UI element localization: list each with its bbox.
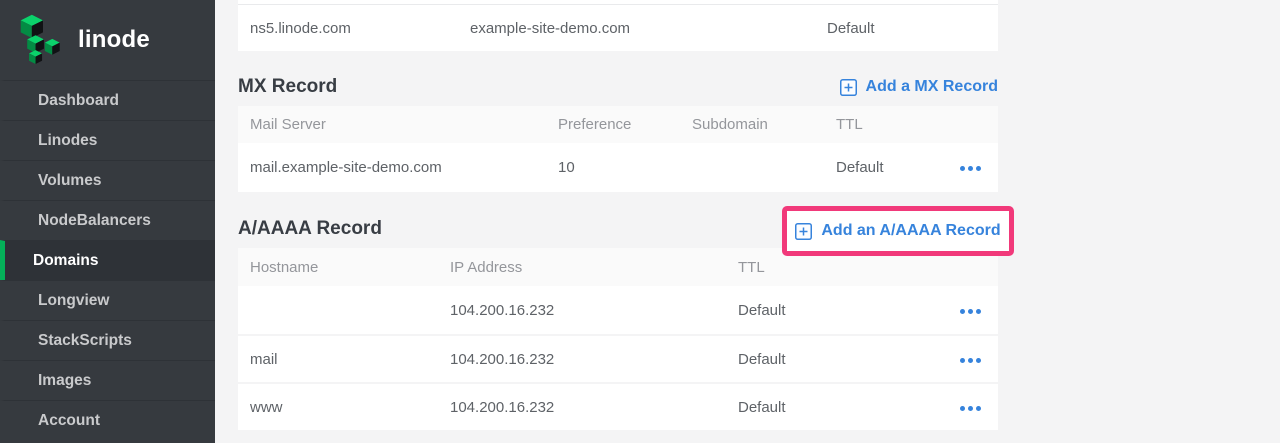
aaaa-section-title: A/AAAA Record: [238, 218, 382, 240]
aaaa-ip-cell: 104.200.16.232: [438, 351, 726, 368]
aaaa-row-actions: [958, 350, 998, 369]
aaaa-row-actions: [958, 301, 998, 320]
sidebar-item-label: Dashboard: [38, 92, 119, 110]
sidebar-item-label: Account: [38, 412, 100, 430]
dot-icon: [976, 309, 981, 314]
ns-table-row: ns5.linode.com example-site-demo.com Def…: [238, 5, 998, 51]
aaaa-table-row: www 104.200.16.232 Default: [238, 382, 998, 430]
sidebar-item-dashboard[interactable]: Dashboard: [0, 80, 215, 120]
ns-subdomain-cell: example-site-demo.com: [458, 20, 815, 37]
row-actions-menu-button[interactable]: [958, 352, 983, 369]
sidebar-item-label: Longview: [38, 292, 109, 310]
sidebar-item-label: StackScripts: [38, 332, 132, 350]
highlight-annotation: Add an A/AAAA Record: [782, 206, 1014, 256]
add-mx-record-link[interactable]: Add a MX Record: [840, 78, 998, 96]
sidebar-nav: Dashboard Linodes Volumes NodeBalancers …: [0, 80, 215, 440]
app-window: linode Dashboard Linodes Volumes NodeBal…: [0, 0, 1280, 443]
mx-row-actions: [958, 158, 998, 177]
sidebar-item-account[interactable]: Account: [0, 400, 215, 440]
dot-icon: [960, 166, 965, 171]
aaaa-header-ttl: TTL: [726, 259, 938, 276]
plus-square-icon: [795, 223, 812, 240]
plus-square-icon: [840, 79, 857, 96]
dot-icon: [968, 309, 973, 314]
aaaa-ttl-cell: Default: [726, 302, 938, 319]
sidebar-item-linodes[interactable]: Linodes: [0, 120, 215, 160]
dot-icon: [960, 406, 965, 411]
aaaa-hostname-cell: www: [238, 399, 438, 416]
mx-preference-cell: 10: [546, 159, 680, 176]
dot-icon: [976, 166, 981, 171]
aaaa-table-row: 104.200.16.232 Default: [238, 286, 998, 334]
sidebar-item-images[interactable]: Images: [0, 360, 215, 400]
dot-icon: [960, 358, 965, 363]
aaaa-ip-cell: 104.200.16.232: [438, 302, 726, 319]
linode-cubes-icon: [17, 10, 69, 71]
sidebar-item-domains[interactable]: Domains: [0, 240, 215, 280]
main-content: ns5.linode.com example-site-demo.com Def…: [215, 0, 1280, 443]
aaaa-table-row: mail 104.200.16.232 Default: [238, 334, 998, 382]
sidebar-item-label: Images: [38, 372, 91, 390]
dot-icon: [968, 406, 973, 411]
logo-wordmark: linode: [78, 26, 150, 54]
dot-icon: [976, 358, 981, 363]
row-actions-menu-button[interactable]: [958, 303, 983, 320]
dot-icon: [968, 166, 973, 171]
row-actions-menu-button[interactable]: [958, 160, 983, 177]
ns-ttl-cell: Default: [815, 20, 998, 37]
mx-header-mail-server: Mail Server: [238, 116, 546, 133]
sidebar-item-label: Linodes: [38, 132, 97, 150]
aaaa-ttl-cell: Default: [726, 351, 938, 368]
mx-header-subdomain: Subdomain: [680, 116, 824, 133]
sidebar-item-stackscripts[interactable]: StackScripts: [0, 320, 215, 360]
add-aaaa-record-link[interactable]: Add an A/AAAA Record: [795, 222, 1000, 240]
sidebar-item-nodebalancers[interactable]: NodeBalancers: [0, 200, 215, 240]
mx-section-header: MX Record Add a MX Record: [238, 68, 998, 106]
sidebar-item-label: Domains: [33, 252, 98, 270]
add-aaaa-record-label: Add an A/AAAA Record: [821, 222, 1000, 240]
mx-ttl-cell: Default: [824, 159, 934, 176]
sidebar-item-volumes[interactable]: Volumes: [0, 160, 215, 200]
dot-icon: [968, 358, 973, 363]
sidebar-item-longview[interactable]: Longview: [0, 280, 215, 320]
aaaa-ttl-cell: Default: [726, 399, 938, 416]
dot-icon: [976, 406, 981, 411]
dot-icon: [960, 309, 965, 314]
mx-section-title: MX Record: [238, 76, 337, 98]
add-mx-record-label: Add a MX Record: [866, 78, 998, 96]
aaaa-header-hostname: Hostname: [238, 259, 438, 276]
sidebar-item-label: NodeBalancers: [38, 212, 151, 230]
ns-name-server-cell: ns5.linode.com: [238, 20, 458, 37]
mx-header-ttl: TTL: [824, 116, 934, 133]
aaaa-hostname-cell: mail: [238, 351, 438, 368]
mx-table-row: mail.example-site-demo.com 10 Default: [238, 143, 998, 192]
sidebar-item-label: Volumes: [38, 172, 101, 190]
sidebar: linode Dashboard Linodes Volumes NodeBal…: [0, 0, 215, 443]
linode-logo[interactable]: linode: [0, 0, 215, 80]
mx-mail-server-cell: mail.example-site-demo.com: [238, 159, 546, 176]
aaaa-header-ip-address: IP Address: [438, 259, 726, 276]
row-actions-menu-button[interactable]: [958, 400, 983, 417]
mx-table-header: Mail Server Preference Subdomain TTL: [238, 106, 998, 143]
mx-header-preference: Preference: [546, 116, 680, 133]
aaaa-row-actions: [958, 398, 998, 417]
aaaa-ip-cell: 104.200.16.232: [438, 399, 726, 416]
